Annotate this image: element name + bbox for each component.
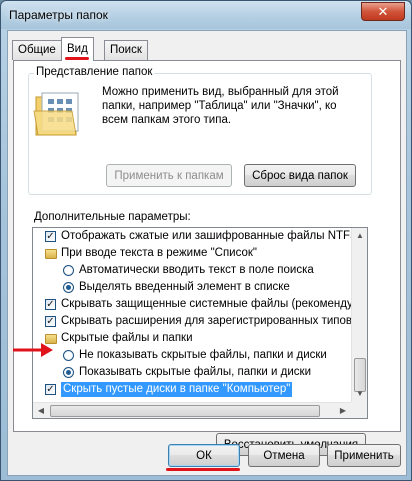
radio-button[interactable] [63,350,74,361]
list-item-label: Выделять введенный элемент в списке [79,281,290,293]
scrollbar-corner [351,402,367,418]
scroll-up-icon[interactable]: ▲ [352,228,367,244]
tab-search-label: Поиск [110,44,142,56]
horizontal-scrollbar[interactable]: ◀ ▶ [33,402,351,418]
reset-folders-button[interactable]: Сброс вида папок [244,164,356,187]
tab-annotation-underline [65,57,89,60]
ok-button[interactable]: ОК [168,444,240,467]
advanced-settings-label: Дополнительные параметры: [34,211,191,223]
checkbox[interactable]: ✓ [45,231,56,242]
folder-views-label: Представление папок [34,66,155,78]
scroll-right-icon[interactable]: ▶ [335,403,351,418]
folder-views-icon [33,92,79,136]
list-item-label: Не показывать скрытые файлы, папки и дис… [79,349,327,361]
list-item-label: Скрывать расширения для зарегистрированн… [61,315,353,327]
ok-label: ОК [196,449,212,462]
cancel-label: Отмена [263,449,305,462]
list-item-label: Скрывать защищенные системные файлы (рек… [61,298,368,310]
tab-general-label: Общие [18,44,56,56]
radio-button[interactable] [63,282,74,293]
apply-to-folders-label: Применить к папкам [114,169,224,182]
window-title: Параметры папок [9,8,108,22]
view-tab-panel: Представление папок Можно применить вид,… [13,60,401,456]
checkbox[interactable]: ✓ [45,299,56,310]
list-item[interactable]: ✓ Отображать сжатые или зашифрованные фа… [33,229,358,244]
cancel-button[interactable]: Отмена [248,444,320,467]
advanced-settings-list[interactable]: ✓ Отображать сжатые или зашифрованные фа… [32,227,368,419]
scroll-left-icon[interactable]: ◀ [33,403,49,418]
list-item-label: Показывать скрытые файлы, папки и диски [79,366,311,378]
checkbox[interactable]: ✓ [45,384,56,395]
apply-to-folders-button[interactable]: Применить к папкам [106,164,232,187]
list-item-label: Скрытые файлы и папки [61,332,193,344]
title-bar[interactable]: Параметры папок ✕ [1,1,411,29]
scroll-down-icon[interactable]: ▼ [352,386,367,402]
ok-annotation-underline [166,468,240,471]
tab-view-label: Вид [67,43,88,55]
tab-search[interactable]: Поиск [104,40,148,60]
folder-icon [45,249,57,259]
dialog-client: Общие Вид Поиск Представление папок Можн… [7,30,407,476]
vertical-scrollbar[interactable]: ▲ ▼ [351,228,367,402]
close-icon: ✕ [377,3,389,19]
apply-button[interactable]: Применить [327,444,401,467]
annotation-arrow-icon [13,343,53,357]
reset-folders-label: Сброс вида папок [252,169,348,182]
close-button[interactable]: ✕ [361,2,405,21]
horizontal-scroll-thumb[interactable] [50,405,320,417]
list-item-label: Автоматически вводить текст в поле поиск… [79,264,314,276]
folder-options-window: Параметры папок ✕ Общие Вид Поиск Предст… [0,0,412,481]
radio-button[interactable] [63,367,74,378]
tab-general[interactable]: Общие [12,40,62,60]
checkbox[interactable]: ✓ [45,316,56,327]
apply-label: Применить [334,449,394,462]
radio-button[interactable] [63,265,74,276]
list-item-label: При вводе текста в режиме "Список" [61,247,257,259]
folder-views-description: Можно применить вид, выбранный для этой … [102,86,339,126]
list-item-label: Скрыть пустые диски в папке "Компьютер" [61,382,293,397]
list-item-label: Отображать сжатые или зашифрованные файл… [61,230,358,242]
